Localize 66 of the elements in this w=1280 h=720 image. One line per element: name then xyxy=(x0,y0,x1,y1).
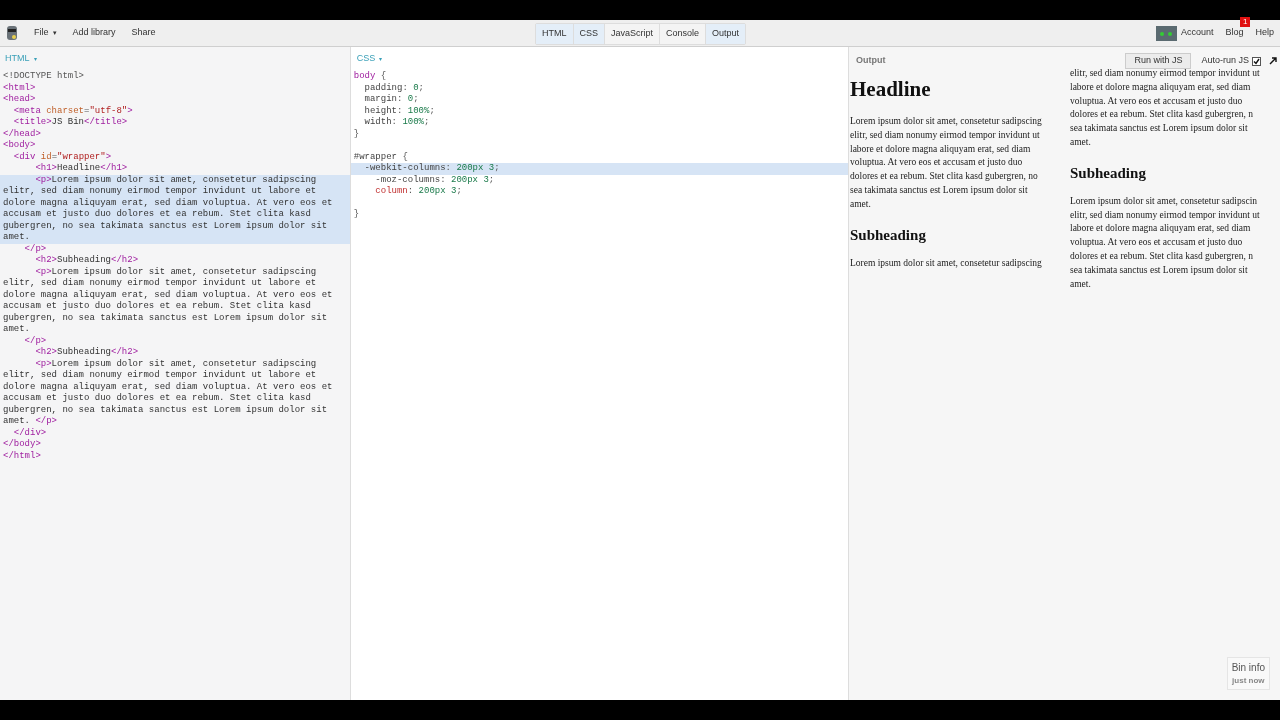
code-line: <h1>Headline</h1> xyxy=(34,163,129,175)
bin-info-panel[interactable]: Bin info just now xyxy=(1226,657,1270,690)
code-line: body { xyxy=(352,71,388,83)
bin-info-title: Bin info xyxy=(1231,661,1265,675)
code-line: <html> xyxy=(2,82,37,94)
code-line: <h2>Subheading</h2> xyxy=(34,255,140,267)
code-line: </p> xyxy=(23,335,48,347)
output-paragraph: Lorem ipsum dolor sit amet, consetetur sadipscin elitr, sed diam nonumy eirmod tempor invidunt ut labore et dolore magna aliquyam erat, sed diam voluptua. At vero eos et accusam et justo duo dolores et ea rebum. Stet clita kasd gubergren, n sea takimata sanctus est Lorem ipsum dolor sit amet. xyxy=(1070,194,1261,291)
output-paragraph: Lorem ipsum dolor sit amet, consetetur sadipscing xyxy=(850,256,1043,270)
code-line: margin: 0; xyxy=(363,94,420,106)
code-line: </head> xyxy=(2,128,42,140)
code-line: <p>Lorem ipsum dolor sit amet, consetetur sadipscing xyxy=(34,358,318,370)
panel-tab[interactable]: HTML xyxy=(536,24,573,44)
code-line: gubergren, no sea takimata sanctus est Lorem ipsum dolor sit xyxy=(2,312,329,324)
panel-tab[interactable]: Output xyxy=(705,24,746,44)
code-line: </p> xyxy=(23,243,48,255)
code-line: gubergren, no sea takimata sanctus est Lorem ipsum dolor sit xyxy=(2,404,329,416)
account-link[interactable]: Account xyxy=(1180,26,1214,40)
code-line: #wrapper { xyxy=(352,151,409,163)
code-line: <div id="wrapper"> xyxy=(12,151,113,163)
code-line: padding: 0; xyxy=(363,82,425,94)
code-line: column: 200px 3; xyxy=(374,186,463,198)
code-line: } xyxy=(352,128,361,140)
expand-arrow-icon[interactable] xyxy=(1269,57,1277,65)
avatar-icon[interactable] xyxy=(1155,25,1177,41)
logo-icon[interactable] xyxy=(6,25,18,41)
code-line: <title>JS Bin</title> xyxy=(12,117,129,129)
code-line: <meta charset="utf-8"> xyxy=(12,105,134,117)
panel-label: Output xyxy=(856,54,886,68)
menu-item[interactable]: Share xyxy=(131,26,156,40)
output-subheading: Subheading xyxy=(1070,163,1147,182)
output-subheading: Subheading xyxy=(850,225,927,244)
code-line: </html> xyxy=(2,450,42,462)
code-line: accusam et justo duo dolores et ea rebum. Stet clita kasd xyxy=(2,393,312,405)
code-line: dolore magna aliquyam erat, sed diam voluptua. At vero eos et xyxy=(2,289,334,301)
panel-tab[interactable]: Console xyxy=(659,24,706,44)
code-line: <h2>Subheading</h2> xyxy=(34,347,140,359)
code-line: elitr, sed diam nonumy eirmod tempor invidunt ut labore et xyxy=(2,278,318,290)
help-link[interactable]: Help xyxy=(1255,26,1274,40)
code-line: <p>Lorem ipsum dolor sit amet, consetetur sadipscing xyxy=(34,266,318,278)
code-line: amet. </p> xyxy=(2,416,58,428)
code-line: accusam et justo duo dolores et ea rebum. Stet clita kasd xyxy=(2,301,312,313)
code-line: </div> xyxy=(12,427,48,439)
code-line: <!DOCTYPE html> xyxy=(2,71,85,83)
menu-item[interactable]: Add library xyxy=(72,26,116,40)
output-paragraph: Lorem ipsum dolor sit amet, consetetur sadipscing elitr, sed diam nonumy eirmod tempor invidunt ut labore et dolore magna aliquyam erat, sed diam voluptua. At vero eos et accusam et justo duo dolores et ea rebum. Stet clita kasd gubergren, no sea takimata sanctus est Lorem ipsum dolor sit amet. xyxy=(850,115,1043,211)
notification-badge: 1 xyxy=(1240,17,1251,28)
blog-link[interactable]: Blog xyxy=(1225,26,1244,40)
output-paragraph: elitr, sed diam nonumy eirmod tempor invidunt ut labore et dolore magna aliquyam erat, sed diam voluptua. At vero eos et accusam et justo duo dolores et ea rebum. Stet clita kasd gubergren, n sea takimata sanctus est Lorem ipsum dolor sit amet. xyxy=(1070,67,1261,149)
autorun-checkbox[interactable] xyxy=(1252,56,1261,66)
code-line: } xyxy=(352,209,361,221)
panel-tab[interactable]: JavaScript xyxy=(604,24,660,44)
bin-info-time: just now xyxy=(1232,675,1265,687)
code-line: height: 100%; xyxy=(363,105,436,117)
code-line: <head> xyxy=(2,94,37,106)
code-line: </body> xyxy=(2,439,42,451)
code-line: dolore magna aliquyam erat, sed diam voluptua. At vero eos et xyxy=(2,381,334,393)
autorun-label: Auto-run JS xyxy=(1201,54,1249,68)
code-line: -moz-columns: 200px 3; xyxy=(374,174,496,186)
panel-tab[interactable]: CSS xyxy=(572,24,604,44)
code-line: width: 100%; xyxy=(363,117,431,129)
code-line: <body> xyxy=(2,140,37,152)
output-headline: Headline xyxy=(850,77,932,101)
code-line: amet. xyxy=(2,324,31,336)
run-button[interactable]: Run with JS xyxy=(1125,53,1192,69)
code-line: elitr, sed diam nonumy eirmod tempor invidunt ut labore et xyxy=(2,370,318,382)
